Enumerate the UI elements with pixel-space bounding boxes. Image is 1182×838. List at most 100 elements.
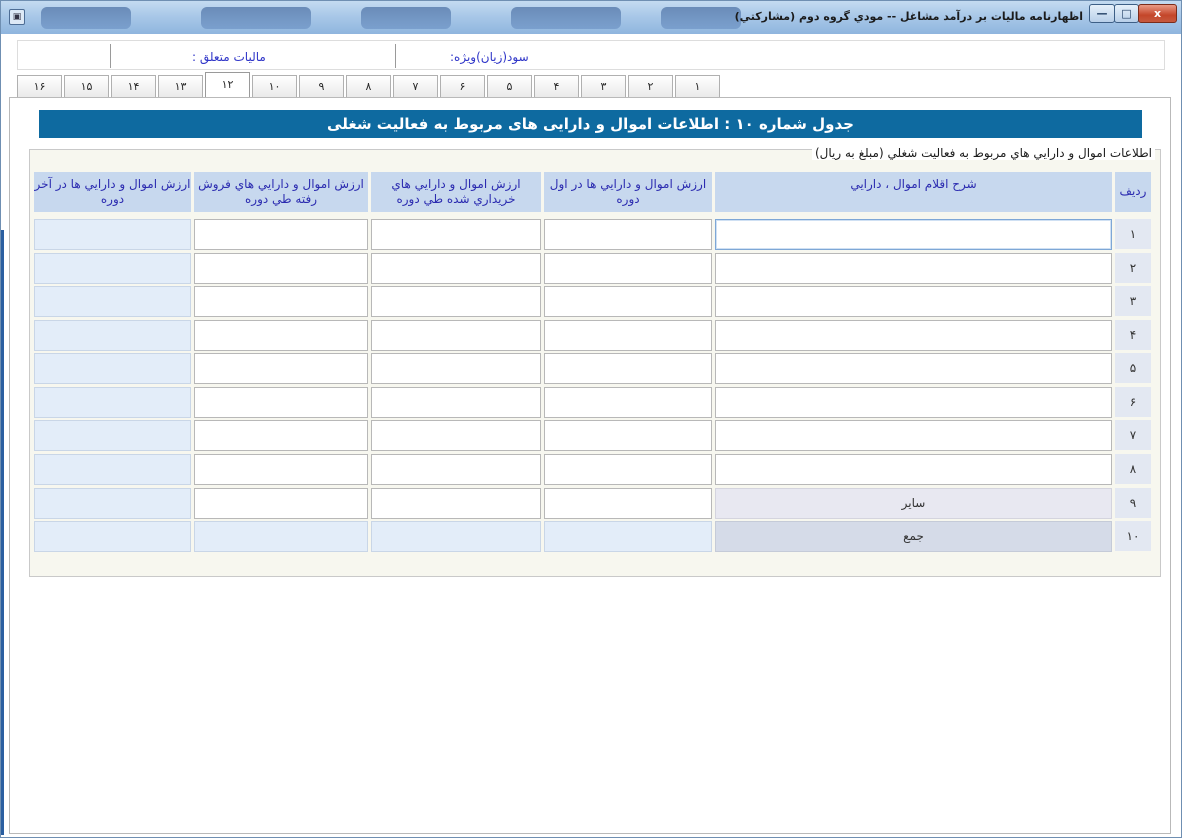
- sold-value-cell[interactable]: [194, 420, 368, 451]
- start-value-cell: [544, 521, 712, 552]
- tab-6[interactable]: ١٠: [252, 75, 297, 97]
- row-number: ٧: [1115, 420, 1151, 450]
- profit-label: سود(زيان)ويژه:: [450, 50, 529, 64]
- col-header-description: شرح اقلام اموال ، دارايي: [715, 172, 1112, 212]
- start-value-cell[interactable]: [544, 420, 712, 451]
- tab-14[interactable]: ٢: [628, 75, 673, 97]
- start-value-cell[interactable]: [544, 219, 712, 250]
- sold-value-cell[interactable]: [194, 387, 368, 418]
- purchased-value-cell[interactable]: [371, 488, 541, 519]
- start-value-cell[interactable]: [544, 387, 712, 418]
- sold-value-cell[interactable]: [194, 488, 368, 519]
- titlebar-glass-decoration: [511, 7, 621, 29]
- app-icon[interactable]: ▣: [9, 9, 25, 25]
- titlebar-glass-decoration: [201, 7, 311, 29]
- tab-2[interactable]: ١۵: [64, 75, 109, 97]
- tab-7[interactable]: ٩: [299, 75, 344, 97]
- purchased-value-cell[interactable]: [371, 420, 541, 451]
- row-number: ٢: [1115, 253, 1151, 283]
- titlebar-glass-decoration: [661, 7, 741, 29]
- tab-10[interactable]: ۶: [440, 75, 485, 97]
- description-cell[interactable]: [715, 387, 1112, 418]
- description-cell: جمع: [715, 521, 1112, 552]
- end-value-cell: [34, 454, 191, 485]
- row-number: ١٠: [1115, 521, 1151, 551]
- purchased-value-cell[interactable]: [371, 286, 541, 317]
- tab-13[interactable]: ٣: [581, 75, 626, 97]
- start-value-cell[interactable]: [544, 488, 712, 519]
- sold-value-cell: [194, 521, 368, 552]
- end-value-cell: [34, 353, 191, 384]
- titlebar-glass-decoration: [361, 7, 451, 29]
- sold-value-cell[interactable]: [194, 320, 368, 351]
- purchased-value-cell[interactable]: [371, 219, 541, 250]
- purchased-value-cell: [371, 521, 541, 552]
- purchased-value-cell[interactable]: [371, 454, 541, 485]
- description-cell[interactable]: [715, 353, 1112, 384]
- row-number: ٨: [1115, 454, 1151, 484]
- tab-11[interactable]: ۵: [487, 75, 532, 97]
- window-title: اظهارنامه ماليات بر درآمد مشاغل -- مودي …: [734, 10, 1083, 23]
- tab-15[interactable]: ١: [675, 75, 720, 97]
- tax-label: ماليات متعلق :: [192, 50, 266, 64]
- summary-fields-row: سود(زيان)ويژه: ماليات متعلق :: [17, 40, 1165, 70]
- groupbox-label: اطلاعات اموال و دارايي هاي مربوط به فعال…: [811, 146, 1155, 160]
- description-cell[interactable]: [715, 219, 1112, 250]
- purchased-value-cell[interactable]: [371, 387, 541, 418]
- end-value-cell: [34, 253, 191, 284]
- purchased-value-cell[interactable]: [371, 253, 541, 284]
- row-number: ۴: [1115, 320, 1151, 350]
- app-window: ▣ اظهارنامه ماليات بر درآمد مشاغل -- مود…: [0, 0, 1182, 838]
- description-cell[interactable]: [715, 320, 1112, 351]
- start-value-cell[interactable]: [544, 253, 712, 284]
- description-cell[interactable]: [715, 454, 1112, 485]
- row-number: ١: [1115, 219, 1151, 249]
- minimize-button[interactable]: —: [1089, 4, 1115, 23]
- tab-1[interactable]: ١۶: [17, 75, 62, 97]
- start-value-cell[interactable]: [544, 353, 712, 384]
- end-value-cell: [34, 320, 191, 351]
- tab-9[interactable]: ٧: [393, 75, 438, 97]
- start-value-cell[interactable]: [544, 454, 712, 485]
- col-header-start-value: ارزش اموال و دارايي ها در اول دوره: [544, 172, 712, 212]
- description-cell[interactable]: [715, 420, 1112, 451]
- row-number: ٩: [1115, 488, 1151, 518]
- sold-value-cell[interactable]: [194, 253, 368, 284]
- tab-12[interactable]: ۴: [534, 75, 579, 97]
- start-value-cell[interactable]: [544, 286, 712, 317]
- maximize-button[interactable]: □: [1114, 4, 1139, 23]
- titlebar-glass-decoration: [41, 7, 131, 29]
- sold-value-cell[interactable]: [194, 219, 368, 250]
- col-header-end-value: ارزش اموال و دارايي ها در آخر دوره: [34, 172, 191, 212]
- col-header-sold: ارزش اموال و دارايي هاي فروش رفته طي دور…: [194, 172, 368, 212]
- description-cell[interactable]: [715, 253, 1112, 284]
- end-value-cell: [34, 521, 191, 552]
- window-edge-accent: [1, 230, 4, 835]
- purchased-value-cell[interactable]: [371, 320, 541, 351]
- end-value-cell: [34, 219, 191, 250]
- table-heading: جدول شماره ۱۰ : اطلاعات اموال و دارایی ه…: [39, 110, 1142, 138]
- tab-8[interactable]: ٨: [346, 75, 391, 97]
- end-value-cell: [34, 387, 191, 418]
- end-value-cell: [34, 286, 191, 317]
- end-value-cell: [34, 488, 191, 519]
- sold-value-cell[interactable]: [194, 353, 368, 384]
- tab-3[interactable]: ١۴: [111, 75, 156, 97]
- row-number: ٣: [1115, 286, 1151, 316]
- start-value-cell[interactable]: [544, 320, 712, 351]
- tab-strip: ١۶ ١۵ ١۴ ١٣ ١٢ ١٠ ٩ ٨ ٧ ۶ ۵ ۴ ٣ ٢ ١: [17, 72, 722, 98]
- description-cell: ساير: [715, 488, 1112, 519]
- sold-value-cell[interactable]: [194, 454, 368, 485]
- close-button[interactable]: x: [1138, 4, 1177, 23]
- tab-5[interactable]: ١٢: [205, 72, 250, 97]
- row-number: ۶: [1115, 387, 1151, 417]
- col-header-row-number: رديف: [1115, 172, 1151, 212]
- sold-value-cell[interactable]: [194, 286, 368, 317]
- purchased-value-cell[interactable]: [371, 353, 541, 384]
- col-header-purchased: ارزش اموال و دارايي هاي خريداري شده طي د…: [371, 172, 541, 212]
- row-number: ۵: [1115, 353, 1151, 383]
- tab-4[interactable]: ١٣: [158, 75, 203, 97]
- title-bar: ▣ اظهارنامه ماليات بر درآمد مشاغل -- مود…: [1, 1, 1181, 34]
- description-cell[interactable]: [715, 286, 1112, 317]
- end-value-cell: [34, 420, 191, 451]
